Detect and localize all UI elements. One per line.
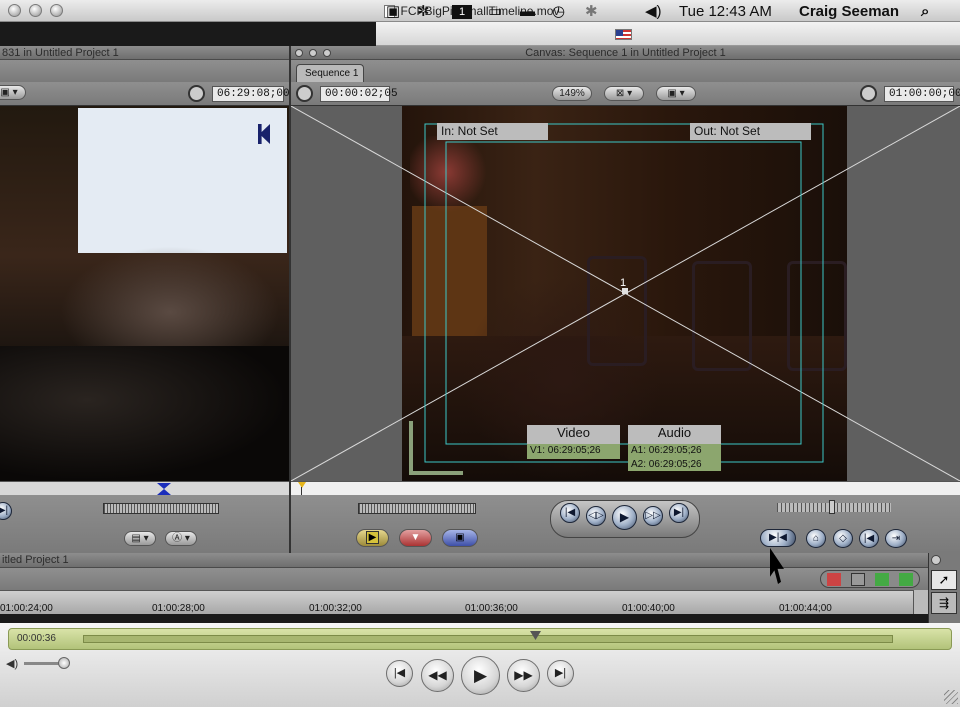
in-point-overlay: In: Not Set [437, 123, 548, 140]
bluetooth-icon[interactable]: ✱ [585, 3, 599, 20]
play-in-to-out-button[interactable]: ◁▷ [586, 506, 606, 526]
replace-button[interactable]: ▣ [442, 529, 478, 547]
viewer-playhead-icon[interactable] [157, 483, 171, 495]
mark-in-out-button[interactable]: ⇥ [885, 529, 907, 548]
menubar-extras [376, 22, 960, 46]
tools-close-button[interactable] [931, 555, 941, 565]
projection-screen [78, 108, 287, 253]
qt-volume-knob[interactable] [58, 657, 70, 669]
audio-overlay-label: Audio [628, 425, 721, 444]
ruler-label: 01:00:40;00 [622, 603, 675, 614]
ruler-label: 01:00:32;00 [309, 603, 362, 614]
viewer-scrubber[interactable] [0, 481, 289, 495]
render-icon[interactable] [899, 573, 913, 586]
qt-play-button[interactable]: ▶ [461, 656, 500, 695]
viewer-duration-clock-icon [188, 85, 205, 102]
canvas-duration-clock-icon [860, 85, 877, 102]
viewer-generator-button[interactable]: Ⓐ ▾ [165, 531, 197, 546]
clip-overlays-icon[interactable] [827, 573, 841, 586]
canvas-close-button[interactable] [295, 49, 303, 57]
previous-edit-button[interactable]: |◀ [560, 503, 580, 523]
canvas-title: Canvas: Sequence 1 in Untitled Project 1 [291, 46, 960, 60]
video-overlay-label: Video [527, 425, 620, 444]
overwrite-button[interactable]: ▼ [399, 529, 432, 547]
linking-icon[interactable] [875, 573, 889, 586]
viewer-video [0, 106, 289, 481]
canvas-clock-icon [296, 85, 313, 102]
menubar-clock[interactable]: Tue 12:43 AM [679, 3, 789, 20]
camera-icon[interactable]: ▣ [386, 3, 404, 20]
mark-clip-button[interactable]: |◀ [859, 529, 879, 548]
timeline-toolbar [0, 568, 928, 590]
out-point-overlay: Out: Not Set [690, 123, 811, 140]
tab-sequence-1[interactable]: Sequence 1 [296, 64, 364, 82]
canvas-zoom-button[interactable] [323, 49, 331, 57]
snapping-icon[interactable] [851, 573, 865, 586]
ruler-label: 01:00:36;00 [465, 603, 518, 614]
qt-rewind-button[interactable]: ◀◀ [421, 659, 454, 692]
timeline-toggles[interactable] [820, 570, 920, 588]
match-frame-button[interactable]: ▶|◀ [760, 529, 796, 547]
play-around-button[interactable]: ▷▷ [643, 506, 663, 526]
qt-volume-icon: ◀) [6, 658, 19, 670]
ruler-label: 01:00:44;00 [779, 603, 832, 614]
selection-tool-icon[interactable]: ➚ [931, 570, 957, 590]
timeline-title: itled Project 1 [0, 553, 928, 568]
menubar-user[interactable]: Craig Seeman [799, 3, 909, 20]
track-select-tool-icon[interactable]: ⇶ [931, 592, 957, 614]
viewer-view-popup[interactable]: ▣ ▾ [0, 85, 26, 100]
a1-timecode: A1: 06:29:05;26 [628, 444, 721, 458]
canvas-playhead-icon[interactable] [298, 482, 306, 488]
zoom-popup[interactable]: 149% [552, 86, 592, 101]
display-icon[interactable]: ▭ [488, 3, 508, 20]
canvas-wireframe [291, 106, 960, 481]
viewer-title: 831 in Untitled Project 1 [0, 46, 289, 60]
viewer-timecode[interactable]: 06:29:08;00 [212, 86, 290, 102]
volume-icon[interactable]: ◀) [645, 3, 665, 20]
timeline-scrollbar[interactable] [913, 590, 928, 614]
ruler-label: 01:00:24;00 [0, 603, 53, 614]
battery-icon[interactable]: ▬ [520, 3, 540, 20]
ruler-label: 01:00:28;00 [152, 603, 205, 614]
a2-timecode: A2: 06:29:05;26 [628, 458, 721, 471]
play-button[interactable]: ▶ [612, 505, 637, 530]
input-flag-icon[interactable] [615, 29, 632, 40]
resize-grip-icon[interactable] [944, 690, 958, 704]
overlay-popup[interactable]: ▣ ▾ [656, 86, 696, 101]
viewer-jog-control[interactable] [103, 503, 219, 514]
canvas-scrubber[interactable] [291, 481, 960, 495]
spotlight-search-icon[interactable]: ⌕ [921, 3, 941, 20]
add-marker-button[interactable]: ⌂ [806, 529, 826, 548]
view-mode-popup[interactable]: ⊠ ▾ [604, 86, 644, 101]
panel-people [60, 246, 280, 356]
qt-skip-start-button[interactable]: |◀ [386, 660, 413, 687]
center-marker-label: 1 [620, 277, 627, 289]
time-machine-icon[interactable]: ◷ [552, 3, 570, 20]
canvas-current-timecode[interactable]: 00:00:02;05 [320, 86, 398, 102]
qt-elapsed-time: 00:00:36 [17, 633, 56, 644]
qt-skip-end-button[interactable]: ▶| [547, 660, 574, 687]
v1-timecode: V1: 06:29:05;26 [527, 444, 620, 459]
canvas-minimize-button[interactable] [309, 49, 317, 57]
qt-fast-forward-button[interactable]: ▶▶ [507, 659, 540, 692]
canvas-jog-control[interactable] [358, 503, 476, 514]
fan-icon[interactable]: ✲ [417, 3, 435, 20]
canvas-duration: 01:00:00;00 [884, 86, 960, 102]
viewer-tabbar [0, 60, 289, 82]
shuttle-control[interactable] [777, 500, 891, 514]
qt-progress-track[interactable] [83, 635, 893, 643]
insert-button[interactable]: ▶ [356, 529, 389, 547]
next-edit-button[interactable]: ▶| [669, 503, 689, 523]
add-keyframe-button[interactable]: ◇ [833, 529, 853, 548]
canvas-tabbar [291, 60, 960, 82]
stats-icon[interactable]: 1 [452, 5, 472, 19]
viewer-recent-clips-button[interactable]: ▤ ▾ [124, 531, 156, 546]
audience [0, 346, 289, 481]
